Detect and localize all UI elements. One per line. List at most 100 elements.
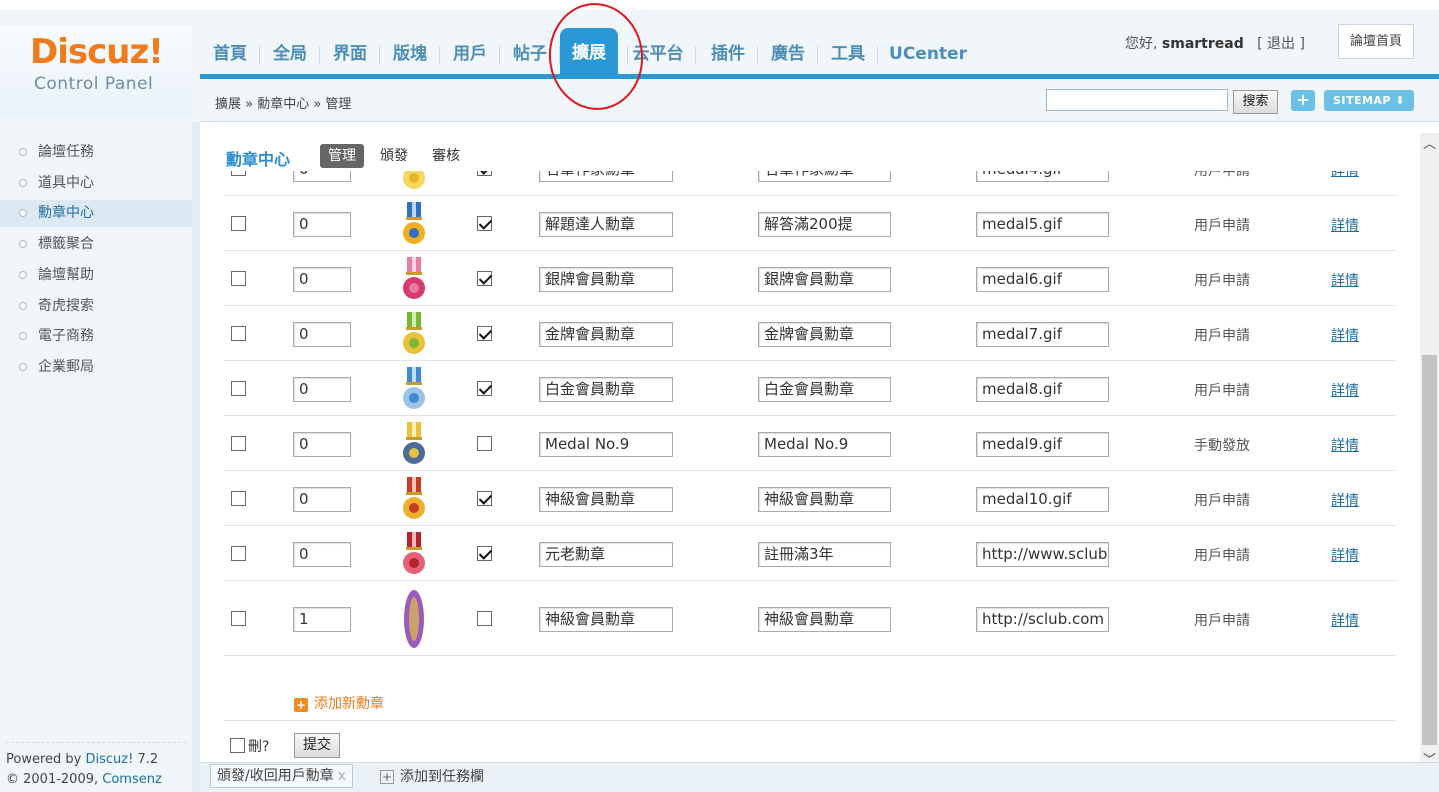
medal-image-input[interactable]: medal10.gif xyxy=(976,486,1109,512)
order-input[interactable]: 0 xyxy=(293,431,351,457)
medal-description-input[interactable]: 白金會員勳章 xyxy=(758,376,891,402)
medal-image-input[interactable]: medal5.gif xyxy=(976,211,1109,237)
available-checkbox[interactable] xyxy=(477,325,492,341)
nav-tab-9[interactable]: 廣告 xyxy=(768,42,808,66)
detail-link[interactable]: 詳情 xyxy=(1331,490,1359,510)
sidebar-item-0[interactable]: 論壇任務 xyxy=(0,139,192,166)
medal-image-input[interactable]: medal9.gif xyxy=(976,431,1109,457)
detail-link[interactable]: 詳情 xyxy=(1331,325,1359,345)
nav-tab-2[interactable]: 界面 xyxy=(330,42,370,66)
subtab-1[interactable]: 頒發 xyxy=(372,144,416,168)
medal-image-input[interactable]: medal7.gif xyxy=(976,321,1109,347)
medal-name-input[interactable]: 金牌會員勳章 xyxy=(539,321,673,347)
logo[interactable]: Discuz! Control Panel xyxy=(0,26,192,116)
logout-link[interactable]: [ 退出 ] xyxy=(1257,36,1305,52)
available-checkbox[interactable] xyxy=(477,610,492,626)
medal-description-input[interactable]: 神級會員勳章 xyxy=(758,606,891,632)
nav-tab-11[interactable]: UCenter xyxy=(888,42,968,66)
subtab-0[interactable]: 管理 xyxy=(320,144,364,168)
nav-tab-6[interactable]: 擴展 xyxy=(560,28,618,78)
nav-tab-8[interactable]: 插件 xyxy=(708,42,748,66)
order-input[interactable]: 0 xyxy=(293,171,351,182)
sidebar-item-7[interactable]: 企業郵局 xyxy=(0,354,192,381)
medal-description-input[interactable]: 名筆作家勳章 xyxy=(758,171,891,182)
sidebar-item-4[interactable]: 論壇幫助 xyxy=(0,262,192,289)
order-input[interactable]: 0 xyxy=(293,541,351,567)
sidebar-item-6[interactable]: 電子商務 xyxy=(0,323,192,350)
medal-description-input[interactable]: Medal No.9 xyxy=(758,431,891,457)
medal-name-input[interactable]: 神級會員勳章 xyxy=(539,486,673,512)
scroll-thumb[interactable] xyxy=(1422,355,1437,745)
nav-tab-5[interactable]: 帖子 xyxy=(510,42,550,66)
available-checkbox[interactable] xyxy=(477,435,492,451)
medal-description-input[interactable]: 註冊滿3年 xyxy=(758,541,891,567)
sitemap-button[interactable]: SITEMAP ⬇ xyxy=(1324,90,1414,111)
detail-link[interactable]: 詳情 xyxy=(1331,545,1359,565)
detail-link[interactable]: 詳情 xyxy=(1331,610,1359,630)
nav-tab-1[interactable]: 全局 xyxy=(270,42,310,66)
medal-name-input[interactable]: 名筆作家勳章 xyxy=(539,171,673,182)
delete-checkbox[interactable] xyxy=(231,380,246,396)
delete-checkbox[interactable] xyxy=(231,171,246,176)
available-checkbox[interactable] xyxy=(477,545,492,561)
nav-tab-7[interactable]: 云平台 xyxy=(630,42,686,66)
subtab-2[interactable]: 審核 xyxy=(424,144,468,168)
delete-checkbox[interactable] xyxy=(231,610,246,626)
delete-checkbox[interactable] xyxy=(231,325,246,341)
detail-link[interactable]: 詳情 xyxy=(1331,270,1359,290)
detail-link[interactable]: 詳情 xyxy=(1331,171,1359,180)
medal-image-input[interactable]: medal8.gif xyxy=(976,376,1109,402)
medal-name-input[interactable]: 白金會員勳章 xyxy=(539,376,673,402)
medal-name-input[interactable]: Medal No.9 xyxy=(539,431,673,457)
close-icon[interactable]: x xyxy=(338,768,346,784)
available-checkbox[interactable] xyxy=(477,380,492,396)
search-button[interactable]: 搜索 xyxy=(1233,90,1278,114)
order-input[interactable]: 0 xyxy=(293,486,351,512)
medal-image-input[interactable]: http://sclub.com xyxy=(976,606,1109,632)
delete-checkbox[interactable] xyxy=(231,270,246,286)
available-checkbox[interactable] xyxy=(477,490,492,506)
available-checkbox[interactable] xyxy=(477,171,492,176)
detail-link[interactable]: 詳情 xyxy=(1331,435,1359,455)
medal-name-input[interactable]: 解題達人勳章 xyxy=(539,211,673,237)
vertical-scrollbar[interactable]: ︿ ﹀ xyxy=(1420,133,1439,773)
medal-description-input[interactable]: 解答滿200提 xyxy=(758,211,891,237)
medal-description-input[interactable]: 銀牌會員勳章 xyxy=(758,266,891,292)
detail-link[interactable]: 詳情 xyxy=(1331,215,1359,235)
sidebar-item-1[interactable]: 道具中心 xyxy=(0,170,192,197)
nav-tab-4[interactable]: 用戶 xyxy=(450,42,490,66)
delete-checkbox[interactable] xyxy=(231,215,246,231)
scroll-up-icon[interactable]: ︿ xyxy=(1420,133,1439,157)
add-to-taskbar-link[interactable]: + 添加到任務欄 xyxy=(380,766,484,786)
sidebar-item-5[interactable]: 奇虎搜索 xyxy=(0,293,192,320)
order-input[interactable]: 0 xyxy=(293,321,351,347)
order-input[interactable]: 0 xyxy=(293,376,351,402)
delete-checkbox[interactable] xyxy=(231,545,246,561)
forum-home-button[interactable]: 論壇首頁 xyxy=(1338,24,1414,59)
order-input[interactable]: 1 xyxy=(293,606,351,632)
available-checkbox[interactable] xyxy=(477,270,492,286)
medal-name-input[interactable]: 神級會員勳章 xyxy=(539,606,673,632)
discuz-link[interactable]: Discuz! xyxy=(86,752,134,767)
medal-description-input[interactable]: 金牌會員勳章 xyxy=(758,321,891,347)
task-tab[interactable]: 頒發/收回用戶勳章 x xyxy=(210,764,354,788)
delete-all-checkbox[interactable] xyxy=(230,738,245,753)
order-input[interactable]: 0 xyxy=(293,211,351,237)
sidebar-item-2[interactable]: 勳章中心 xyxy=(0,200,192,228)
nav-tab-0[interactable]: 首頁 xyxy=(210,42,250,66)
nav-tab-10[interactable]: 工具 xyxy=(828,42,868,66)
medal-image-input[interactable]: medal4.gif xyxy=(976,171,1109,182)
order-input[interactable]: 0 xyxy=(293,266,351,292)
medal-image-input[interactable]: http://www.sclub xyxy=(976,541,1109,567)
medal-name-input[interactable]: 元老勳章 xyxy=(539,541,673,567)
delete-checkbox[interactable] xyxy=(231,435,246,451)
nav-tab-3[interactable]: 版塊 xyxy=(390,42,430,66)
submit-button[interactable]: 提交 xyxy=(294,733,340,758)
medal-description-input[interactable]: 神級會員勳章 xyxy=(758,486,891,512)
medal-image-input[interactable]: medal6.gif xyxy=(976,266,1109,292)
detail-link[interactable]: 詳情 xyxy=(1331,380,1359,400)
medal-name-input[interactable]: 銀牌會員勳章 xyxy=(539,266,673,292)
available-checkbox[interactable] xyxy=(477,215,492,231)
add-medal-link[interactable]: + 添加新勳章 xyxy=(294,693,384,713)
delete-checkbox[interactable] xyxy=(231,490,246,506)
